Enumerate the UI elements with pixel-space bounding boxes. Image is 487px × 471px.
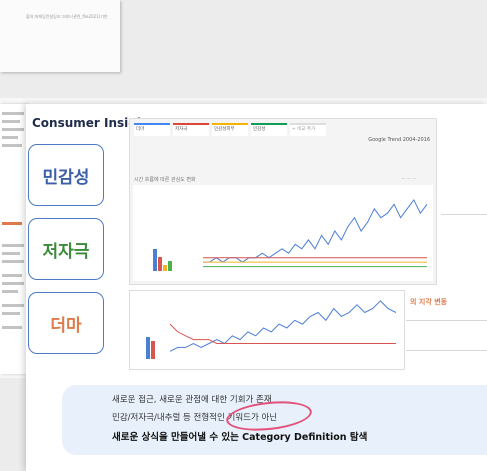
trend-tab[interactable]: 민감성피부 <box>212 123 248 136</box>
background-document: 출처:마케팅컨설팅조그레드(관련_file2021)기반 <box>0 0 120 72</box>
trend-tab[interactable]: 저자극 <box>173 123 209 136</box>
keyword-label: 저자극 <box>42 241 90 262</box>
trend-chart-2-panel <box>129 290 405 370</box>
trend-term-tabs: 더마 저자극 민감성피부 민감성 + 비교 추가 <box>134 123 326 136</box>
banner-line-3-suffix: 탐색 <box>346 432 368 443</box>
trend-chart-2-svg <box>146 300 397 359</box>
background-doc-caption: 출처:마케팅컨설팅조그레드(관련_file2021)기반 <box>26 14 108 19</box>
slide: Consumer Insigh 민감성 저자극 더마 더마 저자극 민감성피부 … <box>26 104 487 471</box>
side-label: 의 지각 변동 <box>410 298 448 306</box>
keyword-box-sensitive: 민감성 <box>28 144 104 206</box>
series-line-1 <box>169 323 396 344</box>
chart-legend-hint: — — — <box>401 176 416 181</box>
summary-bar <box>158 257 162 271</box>
summary-bar <box>146 337 150 359</box>
keyword-label: 더마 <box>50 315 82 336</box>
trend-chart-caption: 시간 흐름에 따른 관심도 변화 <box>134 177 196 183</box>
keyword-box-derma: 더마 <box>28 292 104 354</box>
banner-line-3-prefix: 새로운 상식을 만들어낼 수 있는 <box>112 432 243 443</box>
summary-bar <box>151 341 155 359</box>
banner-highlight: Category Definition <box>242 432 347 443</box>
keyword-label: 민감성 <box>42 167 90 188</box>
banner-line-1: 새로운 접근, 새로운 관점에 대한 기회가 존재 <box>112 395 272 405</box>
summary-bar <box>153 249 157 271</box>
summary-bar <box>168 261 172 271</box>
left-document-page <box>0 104 28 374</box>
keyword-box-low-irritation: 저자극 <box>28 218 104 280</box>
trend-tab[interactable]: 민감성 <box>251 123 287 136</box>
trend-tab[interactable]: 더마 <box>134 123 170 136</box>
trend-chart-1 <box>133 185 433 281</box>
banner-line-3: 새로운 상식을 만들어낼 수 있는 Category Definition 탐색 <box>112 429 367 443</box>
trend-chart-1-svg <box>153 198 428 271</box>
add-comparison-tab[interactable]: + 비교 추가 <box>290 123 326 136</box>
series-line-0 <box>203 198 428 263</box>
summary-bar <box>163 265 167 271</box>
trend-source-label: Google Trend 2004-2016 <box>368 137 430 143</box>
google-trends-panel: 더마 저자극 민감성피부 민감성 + 비교 추가 Google Trend 20… <box>129 118 437 285</box>
